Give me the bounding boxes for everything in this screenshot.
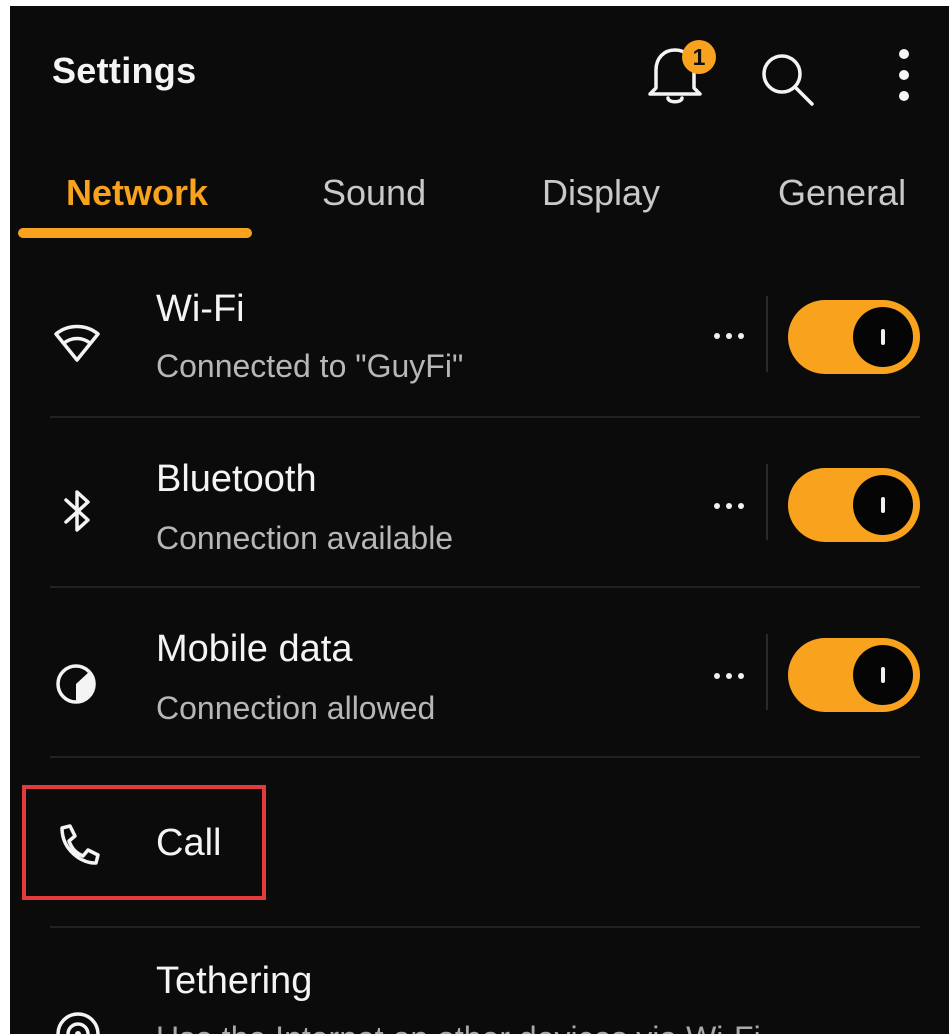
divider xyxy=(50,586,920,588)
active-tab-indicator xyxy=(18,228,252,238)
setting-row-wifi[interactable]: Wi-Fi Connected to "GuyFi" xyxy=(10,276,949,418)
setting-row-mobile-data[interactable]: Mobile data Connection allowed xyxy=(10,616,949,758)
more-horizontal-icon[interactable] xyxy=(712,500,746,512)
divider xyxy=(50,416,920,418)
call-highlight-box xyxy=(22,785,266,900)
tab-bar: Network Sound Display General xyxy=(10,166,949,246)
setting-title: Mobile data xyxy=(156,628,353,670)
tab-general[interactable]: General xyxy=(778,172,906,214)
more-options-button[interactable] xyxy=(894,48,914,106)
more-horizontal-icon[interactable] xyxy=(712,670,746,682)
search-button[interactable] xyxy=(756,50,820,110)
toggle-knob xyxy=(853,475,913,535)
notification-badge: 1 xyxy=(682,40,716,74)
setting-subtitle: Connected to "GuyFi" xyxy=(156,348,464,384)
settings-screen: Settings 1 Network Sound Display General xyxy=(10,6,949,1034)
setting-subtitle: Connection allowed xyxy=(156,690,436,726)
setting-title: Tethering xyxy=(156,960,313,1002)
setting-subtitle: Use the Internet on other devices via Wi… xyxy=(156,1020,761,1034)
bluetooth-toggle[interactable] xyxy=(788,468,920,542)
row-separator xyxy=(766,464,768,540)
tab-display[interactable]: Display xyxy=(542,172,660,214)
mobile-data-icon xyxy=(56,664,96,704)
wifi-toggle[interactable] xyxy=(788,300,920,374)
divider xyxy=(50,926,920,928)
tab-network[interactable]: Network xyxy=(66,172,208,214)
setting-subtitle: Connection available xyxy=(156,520,454,556)
search-icon xyxy=(762,54,814,106)
setting-row-bluetooth[interactable]: Bluetooth Connection available xyxy=(10,446,949,588)
notifications-button[interactable]: 1 xyxy=(634,40,716,110)
row-separator xyxy=(766,634,768,710)
wifi-icon xyxy=(54,324,100,362)
row-separator xyxy=(766,296,768,372)
mobile-data-toggle[interactable] xyxy=(788,638,920,712)
tab-sound[interactable]: Sound xyxy=(322,172,426,214)
bluetooth-icon xyxy=(64,490,90,532)
page-title: Settings xyxy=(52,50,197,91)
setting-title: Bluetooth xyxy=(156,458,317,500)
divider xyxy=(50,756,920,758)
toggle-knob xyxy=(853,645,913,705)
more-vertical-icon xyxy=(899,49,909,101)
more-horizontal-icon[interactable] xyxy=(712,330,746,342)
toggle-knob xyxy=(853,307,913,367)
setting-title: Wi-Fi xyxy=(156,288,245,330)
tethering-icon xyxy=(56,1012,100,1034)
